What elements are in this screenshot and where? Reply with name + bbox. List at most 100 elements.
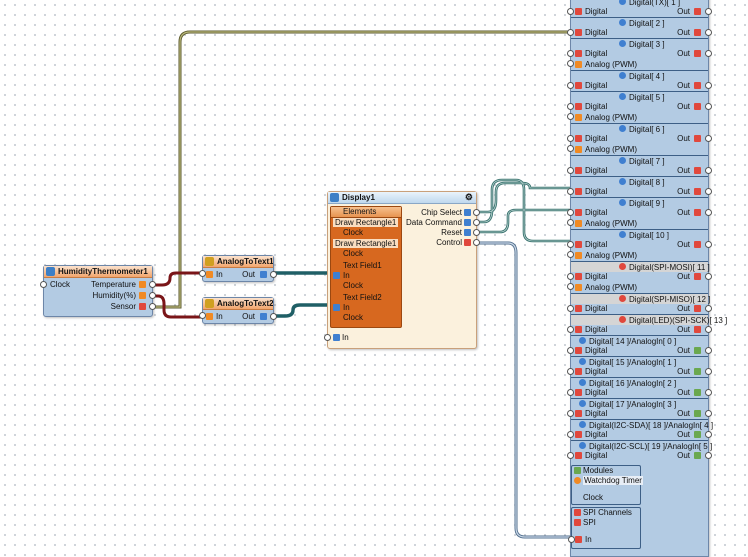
digital-in-pin[interactable] [567,368,574,375]
digital-out-pin[interactable] [705,305,712,312]
display-in-pin[interactable] [324,334,331,341]
digital-out-pin[interactable] [705,209,712,216]
analog-to-text-1-header[interactable]: AnalogToText1 [203,256,273,268]
digital-out-pin[interactable] [705,135,712,142]
digital-in-pin[interactable] [567,431,574,438]
analog-pwm-in-pin[interactable] [567,60,574,67]
analog-pwm-in-pin[interactable] [567,113,574,120]
digital-out-pin[interactable] [705,50,712,57]
board-pin-section[interactable]: Digital[ 5 ] Digital Out Analog (PWM) [567,91,712,124]
board-pin-section[interactable]: Digital(I2C-SCL)[ 19 ]/AnalogIn[ 5 ] Digi… [567,440,712,462]
analog-pwm-in-pin[interactable] [567,219,574,226]
analog1-in-pin[interactable] [199,270,206,277]
digital-out-pin[interactable] [705,8,712,15]
digital-label: Digital [585,240,608,249]
digital-in-icon [575,50,582,57]
sensor-out-pin[interactable] [149,303,156,310]
board-pin-section[interactable]: Digital[ 8 ] Digital Out [567,176,712,198]
arduino-board-component[interactable]: Digital(TX)[ 1 ] Digital Out Digital[ 2 ] Di… [567,0,727,557]
analog-pwm-icon [575,114,582,121]
pin-section-title: Digital[ 8 ] [629,178,665,187]
analog-pwm-in-pin[interactable] [567,145,574,152]
digital-in-pin[interactable] [567,326,574,333]
digital-label: Digital [585,28,608,37]
digital-out-pin[interactable] [705,188,712,195]
analog2-in-pin[interactable] [199,312,206,319]
humidity-out-pin[interactable] [149,292,156,299]
board-pin-section[interactable]: Digital[ 9 ] Digital Out Analog (PWM) [567,197,712,230]
board-pin-section[interactable]: Digital(LED)(SPI-SCK)[ 13 ] Digital Out [567,314,727,336]
digital-in-pin[interactable] [567,241,574,248]
digital-in-pin[interactable] [567,8,574,15]
display-component[interactable]: Display1 ⚙ Elements Draw Rectangle1 Cloc… [324,191,480,349]
analog1-out-pin[interactable] [270,271,277,278]
digital-out-pin[interactable] [705,29,712,36]
board-pin-section[interactable]: Digital[ 4 ] Digital Out [567,70,712,92]
board-pin-section[interactable]: Digital(TX)[ 1 ] Digital Out [567,0,712,18]
digital-in-pin[interactable] [567,29,574,36]
digital-out-pin[interactable] [705,82,712,89]
analog-to-text-2-header[interactable]: AnalogToText2 [203,298,273,310]
digital-in-pin[interactable] [567,188,574,195]
humidity-thermometer-component[interactable]: HumidityThermometer1 Clock Temperature H… [40,265,156,317]
digital-in-pin[interactable] [567,347,574,354]
control-pin[interactable] [473,239,480,246]
digital-out-pin[interactable] [705,452,712,459]
digital-in-pin[interactable] [567,167,574,174]
board-pin-section[interactable]: Digital[ 3 ] Digital Out Analog (PWM) [567,38,712,71]
spi-channels-panel[interactable]: SPI Channels SPI In [568,507,641,549]
board-pin-section[interactable]: Digital(I2C-SDA)[ 18 ]/AnalogIn[ 4 ] Digi… [567,419,713,441]
board-pin-section[interactable]: Digital[ 2 ] Digital Out [567,17,712,39]
digital-in-pin[interactable] [567,452,574,459]
display-elements-panel[interactable]: Elements Draw Rectangle1 Clock Draw Rect… [330,206,402,328]
digital-in-pin[interactable] [567,82,574,89]
board-pin-section[interactable]: Digital[ 10 ] Digital Out Analog (PWM) [567,229,712,262]
modules-panel[interactable]: Modules Watchdog Timer Clock [571,465,643,505]
digital-out-pin[interactable] [705,326,712,333]
digital-in-pin[interactable] [567,103,574,110]
board-pin-section[interactable]: Digital[ 14 ]/AnalogIn[ 0 ] Digital Out [567,335,712,357]
temperature-out-pin[interactable] [149,281,156,288]
wrench-icon[interactable]: ⚙ [465,192,473,203]
digital-label: Digital [585,81,608,90]
chip-select-pin[interactable] [473,209,480,216]
digital-out-pin[interactable] [705,103,712,110]
board-pin-section[interactable]: Digital[ 16 ]/AnalogIn[ 2 ] Digital Out [567,377,712,399]
digital-out-icon [694,8,701,15]
board-pin-section[interactable]: Digital(SPI-MISO)[ 12 ] Digital Out [567,293,712,315]
digital-out-pin[interactable] [705,389,712,396]
board-pin-section[interactable]: Digital(SPI-MOSI)[ 11 ] Digital Out Analog … [567,261,712,294]
board-pin-section[interactable]: Digital[ 17 ]/AnalogIn[ 3 ] Digital Out [567,398,712,420]
digital-out-pin[interactable] [705,241,712,248]
digital-out-pin[interactable] [705,167,712,174]
digital-in-pin[interactable] [567,135,574,142]
board-pin-section[interactable]: Digital[ 7 ] Digital Out [567,155,712,177]
board-pin-section[interactable]: Digital[ 15 ]/AnalogIn[ 1 ] Digital Out [567,356,712,378]
digital-out-pin[interactable] [705,347,712,354]
digital-in-pin[interactable] [567,209,574,216]
analog-to-text-1-component[interactable]: AnalogToText1 In Out [199,255,277,282]
board-pin-section[interactable]: Digital[ 6 ] Digital Out Analog (PWM) [567,123,712,156]
digital-in-pin[interactable] [567,273,574,280]
analog-pwm-in-pin[interactable] [567,283,574,290]
display-header[interactable]: Display1 ⚙ [328,192,476,204]
digital-out-pin[interactable] [705,273,712,280]
digital-in-pin[interactable] [567,410,574,417]
analog-to-text-2-component[interactable]: AnalogToText2 In Out [199,297,277,324]
digital-out-icon [694,29,701,36]
digital-in-pin[interactable] [567,50,574,57]
analog2-out-pin[interactable] [270,313,277,320]
digital-in-pin[interactable] [567,389,574,396]
spi-in-pin[interactable] [568,536,575,543]
clock-in-pin[interactable] [40,281,47,288]
reset-pin[interactable] [473,229,480,236]
data-command-pin[interactable] [473,219,480,226]
digital-out-icon [694,241,701,248]
digital-out-pin[interactable] [705,431,712,438]
humidity-thermometer-header[interactable]: HumidityThermometer1 [44,266,152,278]
analog-pwm-in-pin[interactable] [567,251,574,258]
digital-out-pin[interactable] [705,410,712,417]
pin-section-title: Digital(SPI-MOSI)[ 11 ] [629,263,710,272]
digital-out-pin[interactable] [705,368,712,375]
digital-in-pin[interactable] [567,305,574,312]
